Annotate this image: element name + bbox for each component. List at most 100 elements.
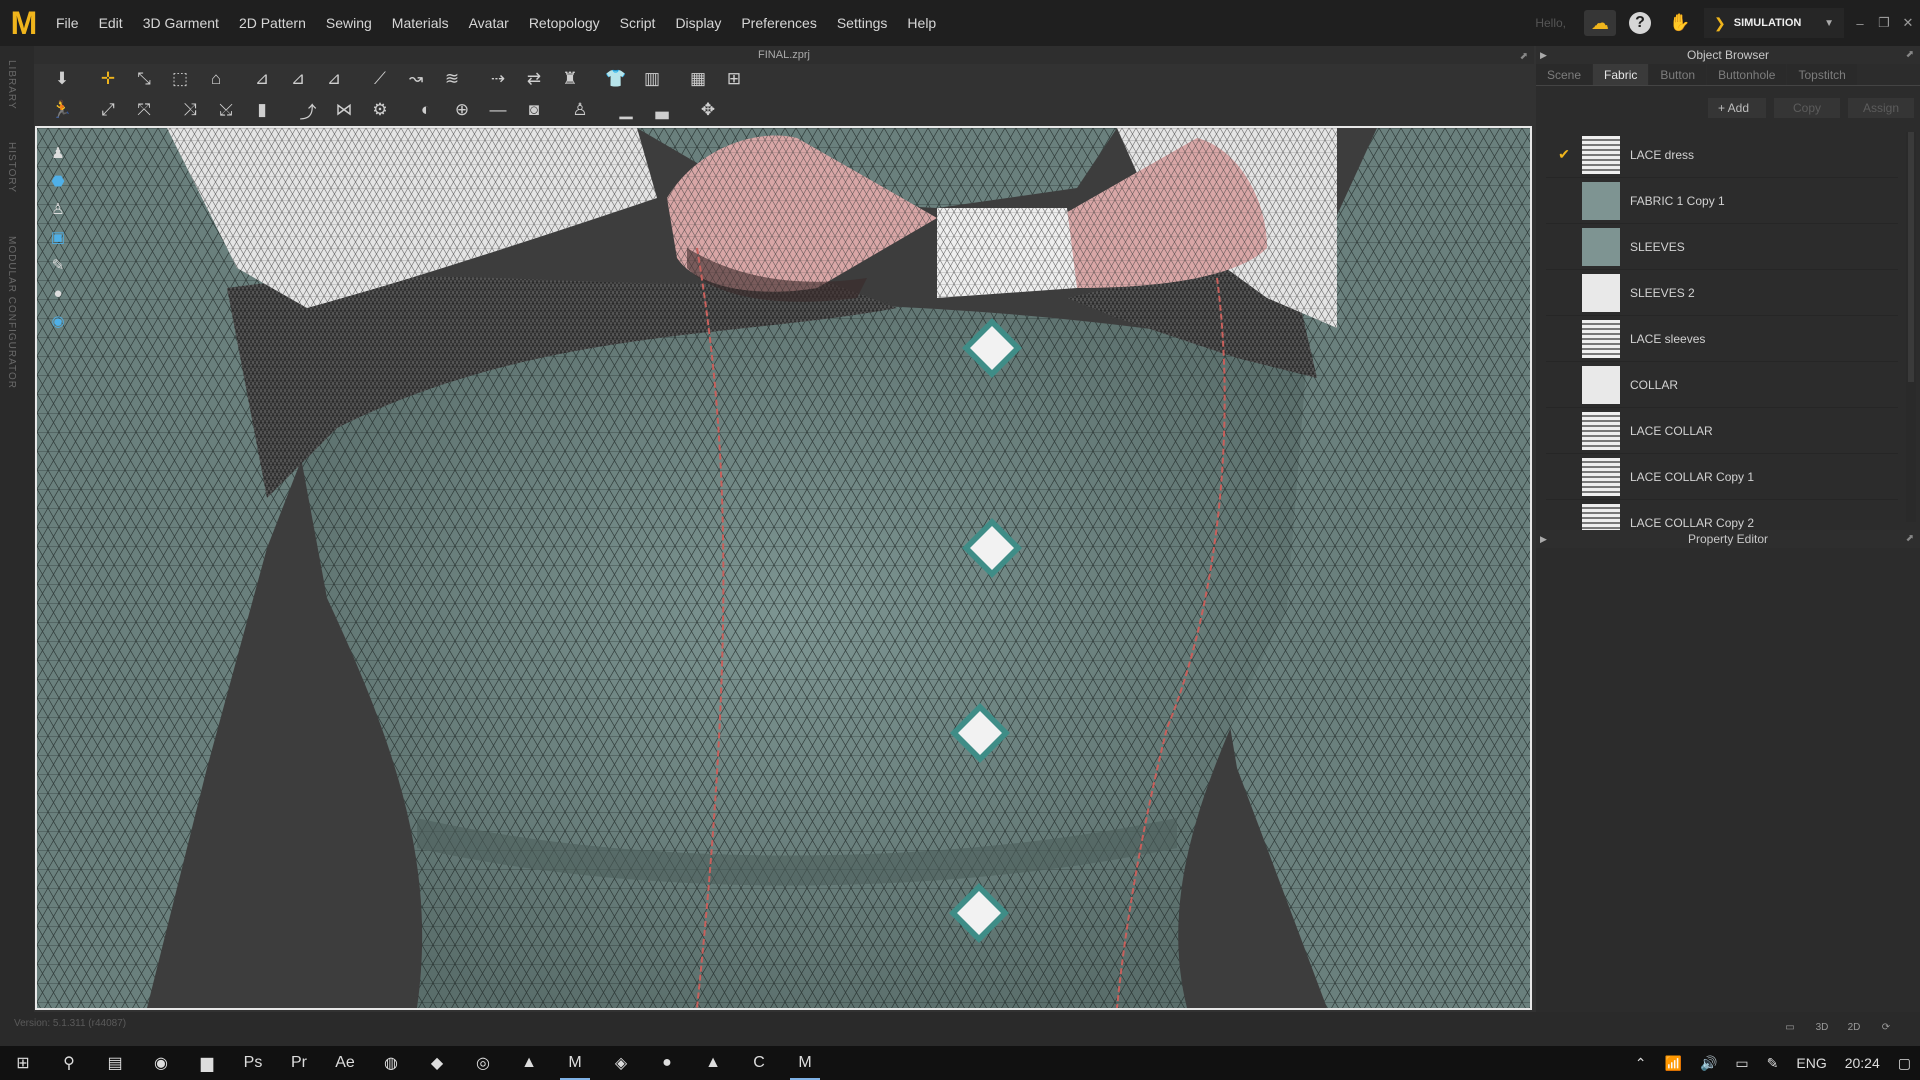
piping-tool[interactable]: ⋈ [330, 97, 358, 123]
battery-icon[interactable]: ▭ [1726, 1055, 1757, 1072]
shrink-tool[interactable]: ⇄ [520, 66, 548, 92]
pin-tool[interactable]: ⊿ [248, 66, 276, 92]
show-hidden-icons-icon[interactable]: ⌃ [1626, 1055, 1656, 1072]
view-2d-button[interactable]: 2D [1840, 1016, 1868, 1038]
steam-icon[interactable]: ◆ [414, 1046, 460, 1080]
fabric-row[interactable]: LACE sleeves [1546, 316, 1898, 362]
clock[interactable]: 20:24 [1836, 1055, 1889, 1071]
start-icon[interactable]: ⊞ [0, 1046, 46, 1080]
close-button[interactable]: ✕ [1896, 15, 1920, 31]
measure-avatar-tool[interactable]: ♙ [566, 97, 594, 123]
tab-buttonhole[interactable]: Buttonhole [1707, 64, 1787, 85]
menu-materials[interactable]: Materials [382, 0, 459, 46]
menu-preferences[interactable]: Preferences [731, 0, 826, 46]
app-icon[interactable]: C [736, 1046, 782, 1080]
chrome-icon[interactable]: ◉ [138, 1046, 184, 1080]
button-tool[interactable]: ⤢ [94, 97, 122, 123]
cloud-sync-button[interactable]: ☁ [1584, 10, 1616, 36]
menu-2d-pattern[interactable]: 2D Pattern [229, 0, 316, 46]
line-tool[interactable]: — [484, 97, 512, 123]
menu-avatar[interactable]: Avatar [459, 0, 519, 46]
expand-icon[interactable]: ⬈ [1906, 46, 1914, 64]
fabric-row[interactable]: LACE COLLAR [1546, 408, 1898, 454]
graphic-tool[interactable]: ◐ [412, 97, 440, 123]
tack-tool[interactable]: ↝ [402, 66, 430, 92]
expand-icon[interactable]: ⬈ [1906, 530, 1914, 548]
assign-fabric-button[interactable]: Assign [1848, 98, 1914, 118]
menu-script[interactable]: Script [610, 0, 666, 46]
stack-tool[interactable]: ▁ [612, 97, 640, 123]
trace-tool[interactable]: ◙ [520, 97, 548, 123]
add-fabric-button[interactable]: + Add [1708, 98, 1766, 118]
collapse-arrow-icon[interactable]: ▶ [1540, 46, 1547, 64]
garment-render[interactable] [37, 128, 1530, 1008]
buttonhole-tool[interactable]: ⤧ [130, 97, 158, 123]
menu-3d-garment[interactable]: 3D Garment [133, 0, 229, 46]
transform-tool[interactable]: ✛ [94, 66, 122, 92]
tab-scene[interactable]: Scene [1536, 64, 1593, 85]
select-move-tool[interactable]: ⬇ [48, 66, 76, 92]
file-explorer-icon[interactable]: ▆ [184, 1046, 230, 1080]
notifications-icon[interactable]: ▢ [1889, 1055, 1920, 1072]
help-button[interactable]: ? [1624, 10, 1656, 36]
fabric-row[interactable]: ✔ LACE dress [1546, 132, 1898, 178]
menu-settings[interactable]: Settings [827, 0, 898, 46]
puckering-tool[interactable]: ▮ [248, 97, 276, 123]
pen-icon[interactable]: ✎ [1758, 1055, 1788, 1072]
environment-icon[interactable]: ◉ [45, 308, 71, 334]
app-icon[interactable]: ◎ [460, 1046, 506, 1080]
menu-help[interactable]: Help [897, 0, 946, 46]
tab-history[interactable]: HISTORY [6, 142, 17, 193]
scrollbar-thumb[interactable] [1908, 132, 1914, 382]
grid-tool[interactable]: ▦ [684, 66, 712, 92]
community-button[interactable]: ✋ [1664, 10, 1696, 36]
app-icon[interactable]: ▲ [690, 1046, 736, 1080]
edit-brush-icon[interactable]: ✎ [45, 252, 71, 278]
network-icon[interactable]: 📶 [1656, 1055, 1691, 1072]
fabric-row[interactable]: SLEEVES [1546, 224, 1898, 270]
menu-retopology[interactable]: Retopology [519, 0, 610, 46]
refresh-icon[interactable]: ⟳ [1872, 1016, 1900, 1038]
app-icon[interactable]: ◈ [598, 1046, 644, 1080]
arrangement-tool[interactable]: ⇢ [484, 66, 512, 92]
copy-fabric-button[interactable]: Copy [1774, 98, 1840, 118]
search-icon[interactable]: ⚲ [46, 1046, 92, 1080]
after-effects-icon[interactable]: Ae [322, 1046, 368, 1080]
fit-tool[interactable]: ♜ [556, 66, 584, 92]
hair-icon[interactable]: ● [45, 280, 71, 306]
gizmo-tool[interactable]: ✥ [694, 97, 722, 123]
topstitch-tool[interactable]: ⤨ [176, 97, 204, 123]
tab-topstitch[interactable]: Topstitch [1787, 64, 1857, 85]
fabric-row[interactable]: SLEEVES 2 [1546, 270, 1898, 316]
task-view-icon[interactable]: ▤ [92, 1046, 138, 1080]
restore-button[interactable]: ❐ [1872, 15, 1896, 31]
elastic-tool[interactable]: ⚙ [366, 97, 394, 123]
tab-button[interactable]: Button [1649, 64, 1707, 85]
avatar-visibility-icon[interactable]: ♙ [45, 196, 71, 222]
garment-display-icon[interactable]: ⬣ [45, 168, 71, 194]
menu-display[interactable]: Display [665, 0, 731, 46]
app-icon[interactable]: ◍ [368, 1046, 414, 1080]
texture-tool[interactable]: ⊕ [448, 97, 476, 123]
box-select-tool[interactable]: ⬚ [166, 66, 194, 92]
shaded-texture-icon[interactable]: ▣ [45, 224, 71, 250]
menu-edit[interactable]: Edit [89, 0, 133, 46]
fabric-row[interactable]: COLLAR [1546, 362, 1898, 408]
zipper-tool[interactable]: ⤴ [294, 97, 322, 123]
grid-layout-tool[interactable]: ⊞ [720, 66, 748, 92]
fabric-row[interactable]: LACE COLLAR Copy 1 [1546, 454, 1898, 500]
app-icon[interactable]: ● [644, 1046, 690, 1080]
fabric-row[interactable]: FABRIC 1 Copy 1 [1546, 178, 1898, 224]
collapse-arrow-icon[interactable]: ▶ [1540, 530, 1547, 548]
flatten-tool[interactable]: ▃ [648, 97, 676, 123]
menu-file[interactable]: File [46, 0, 89, 46]
tab-fabric[interactable]: Fabric [1593, 64, 1649, 85]
garment-fit-tool[interactable]: 👕 [602, 66, 630, 92]
avatar-pose-tool[interactable]: 🏃 [48, 97, 76, 123]
app-icon[interactable]: ▲ [506, 1046, 552, 1080]
marvelous-icon[interactable]: M [552, 1046, 598, 1080]
marvelous-active-icon[interactable]: M [782, 1046, 828, 1080]
view-3d-button[interactable]: 3D [1808, 1016, 1836, 1038]
tab-library[interactable]: LIBRARY [6, 60, 17, 110]
volume-icon[interactable]: 🔊 [1691, 1055, 1726, 1072]
